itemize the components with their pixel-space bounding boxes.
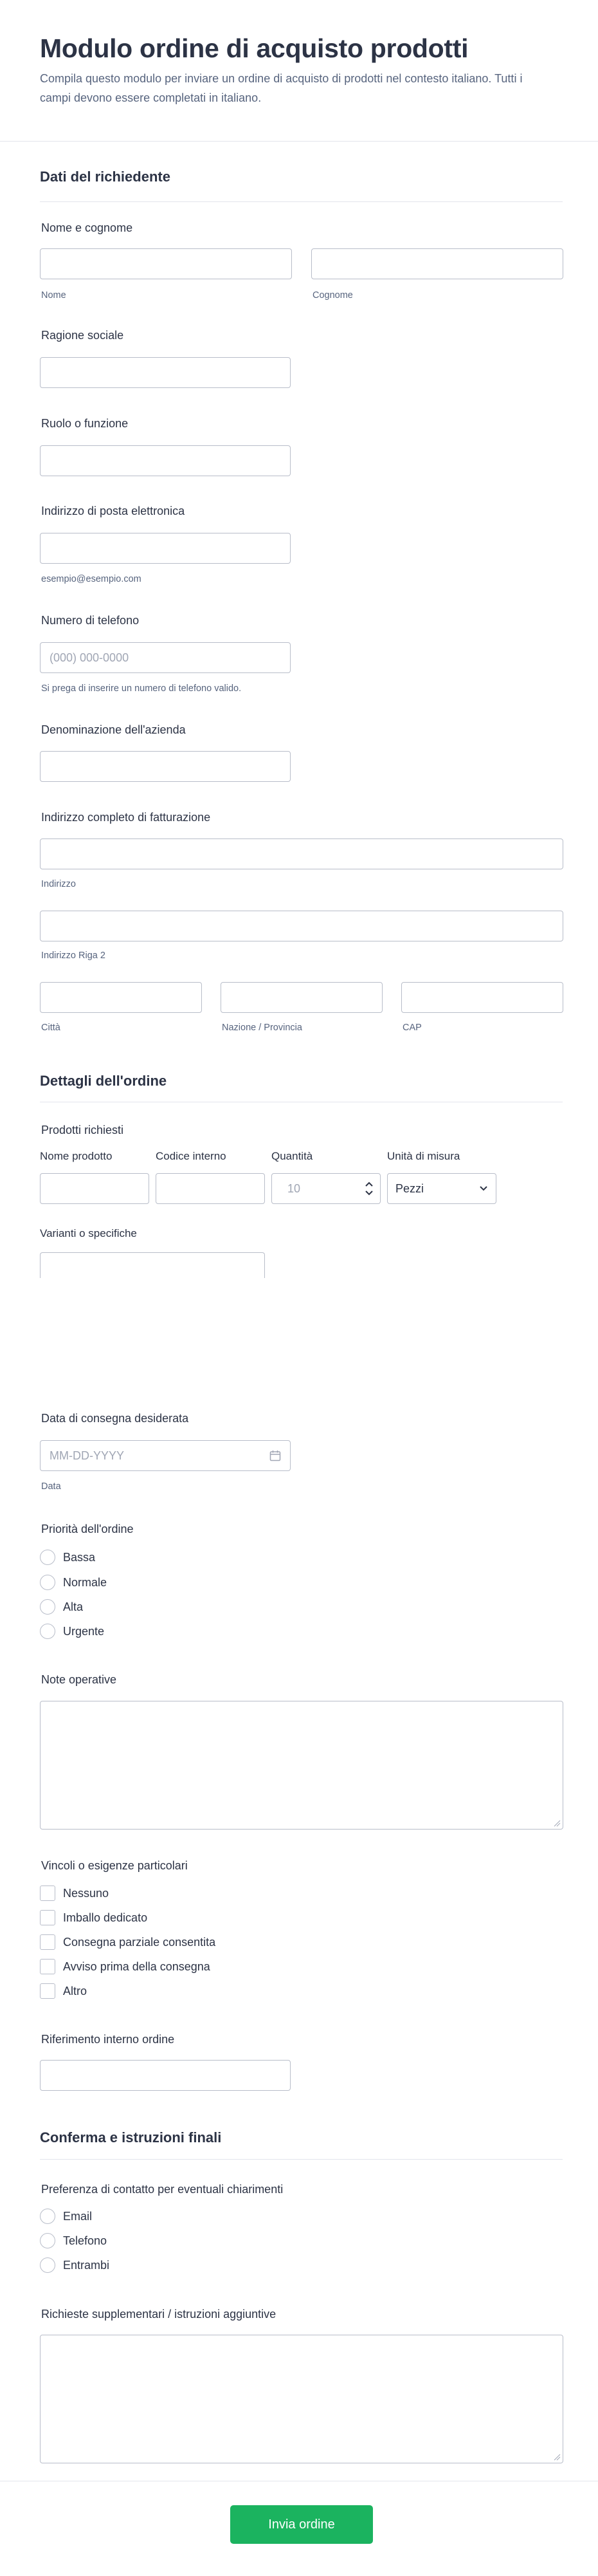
priority-radio-high[interactable] [40, 1599, 55, 1615]
address-line1-input[interactable] [40, 839, 563, 869]
last-name-sublabel: Cognome [313, 290, 353, 301]
role-input[interactable] [40, 445, 291, 476]
form-description: Compila questo modulo per inviare un ord… [40, 72, 523, 104]
phone-placeholder: (000) 000-0000 [50, 651, 129, 664]
priority-option-low: Bassa [63, 1551, 96, 1564]
purchase-order-form: Modulo ordine di acquisto prodotti Compi… [0, 0, 598, 2576]
section-divider [40, 201, 563, 202]
business-name-input[interactable] [40, 751, 291, 782]
priority-label: Priorità dell'ordine [41, 1523, 134, 1535]
email-hint: esempio@esempio.com [41, 574, 141, 584]
section-title-order: Dettagli dell'ordine [40, 1073, 167, 1089]
constraint-option-none: Nessuno [63, 1887, 109, 1900]
company-name-label: Ragione sociale [41, 329, 124, 342]
address-line2-input[interactable] [40, 911, 563, 941]
constraint-option-notice: Avviso prima della consegna [63, 1960, 210, 1973]
billing-address-label: Indirizzo completo di fatturazione [41, 811, 211, 824]
quantity-placeholder: 10 [287, 1182, 301, 1195]
unit-select[interactable]: Pezzi [387, 1173, 496, 1204]
phone-hint: Si prega di inserire un numero di telefo… [41, 683, 242, 694]
quantity-stepper[interactable]: 10 [271, 1173, 381, 1204]
section-title-requester: Dati del richiedente [40, 169, 170, 185]
contact-radio-email[interactable] [40, 2209, 55, 2224]
full-name-label: Nome e cognome [41, 221, 133, 234]
constraint-checkbox-other[interactable] [40, 1983, 55, 1999]
constraint-checkbox-notice[interactable] [40, 1959, 55, 1974]
form-header: Modulo ordine di acquisto prodotti Compi… [0, 0, 598, 142]
business-name-label: Denominazione dell'azienda [41, 723, 186, 736]
role-label: Ruolo o funzione [41, 417, 129, 430]
resize-grip-icon[interactable] [554, 2454, 561, 2461]
variants-input[interactable] [40, 1252, 265, 1278]
state-input[interactable] [221, 982, 383, 1013]
priority-option-high: Alta [63, 1600, 84, 1613]
contact-radio-phone[interactable] [40, 2233, 55, 2248]
first-name-sublabel: Nome [41, 290, 66, 301]
state-sublabel: Nazione / Provincia [222, 1023, 302, 1033]
reference-input[interactable] [40, 2060, 291, 2091]
form-title: Modulo ordine di acquisto prodotti [40, 33, 469, 63]
constraints-label: Vincoli o esigenze particolari [41, 1859, 188, 1872]
extra-requests-label: Richieste supplementari / istruzioni agg… [41, 2308, 276, 2321]
delivery-date-label: Data di consegna desiderata [41, 1412, 189, 1425]
email-input[interactable] [40, 533, 291, 564]
calendar-icon[interactable] [269, 1450, 281, 1461]
notes-textarea[interactable] [40, 1701, 563, 1830]
contact-radio-both[interactable] [40, 2257, 55, 2273]
contact-option-both: Entrambi [63, 2259, 110, 2272]
contact-pref-label: Preferenza di contatto per eventuali chi… [41, 2183, 284, 2196]
city-input[interactable] [40, 982, 202, 1013]
priority-option-normal: Normale [63, 1576, 107, 1589]
delivery-date-sublabel: Data [41, 1481, 61, 1492]
constraint-option-packaging: Imballo dedicato [63, 1911, 148, 1924]
priority-radio-low[interactable] [40, 1550, 55, 1565]
reference-label: Riferimento interno ordine [41, 2033, 175, 2046]
contact-option-email: Email [63, 2210, 93, 2223]
column-header-quantity: Quantità [271, 1150, 313, 1162]
delivery-date-placeholder: MM-DD-YYYY [50, 1449, 124, 1462]
column-header-product-name: Nome prodotto [40, 1150, 113, 1162]
priority-radio-urgent[interactable] [40, 1624, 55, 1639]
address-line2-sublabel: Indirizzo Riga 2 [41, 950, 105, 961]
resize-grip-icon[interactable] [554, 1820, 561, 1827]
contact-option-phone: Telefono [63, 2234, 107, 2247]
first-name-input[interactable] [40, 248, 292, 279]
section-title-confirm: Conferma e istruzioni finali [40, 2129, 222, 2145]
last-name-input[interactable] [311, 248, 563, 279]
city-sublabel: Città [41, 1023, 60, 1033]
constraint-checkbox-packaging[interactable] [40, 1910, 55, 1925]
priority-radio-normal[interactable] [40, 1575, 55, 1590]
unit-select-value: Pezzi [395, 1182, 424, 1195]
delivery-date-input[interactable]: MM-DD-YYYY [40, 1440, 291, 1471]
variants-label: Varianti o specifiche [40, 1227, 137, 1239]
product-name-input[interactable] [40, 1173, 149, 1204]
constraint-option-other: Altro [63, 1985, 87, 1997]
column-header-internal-code: Codice interno [156, 1150, 226, 1162]
chevron-down-icon [480, 1186, 487, 1191]
zip-input[interactable] [401, 982, 563, 1013]
constraint-option-partial: Consegna parziale consentita [63, 1936, 216, 1949]
company-name-input[interactable] [40, 357, 291, 388]
email-label: Indirizzo di posta elettronica [41, 505, 185, 517]
constraint-checkbox-none[interactable] [40, 1886, 55, 1901]
section-divider [40, 2159, 563, 2160]
column-header-unit: Unità di misura [387, 1150, 460, 1162]
address-line1-sublabel: Indirizzo [41, 879, 76, 889]
extra-requests-textarea[interactable] [40, 2335, 563, 2463]
zip-sublabel: CAP [403, 1023, 422, 1033]
phone-input[interactable]: (000) 000-0000 [40, 642, 291, 673]
submit-button[interactable]: Invia ordine [230, 2505, 373, 2544]
stepper-arrows-icon[interactable] [365, 1180, 374, 1198]
notes-label: Note operative [41, 1673, 117, 1686]
products-label: Prodotti richiesti [41, 1124, 124, 1136]
priority-option-urgent: Urgente [63, 1625, 105, 1638]
phone-label: Numero di telefono [41, 614, 140, 627]
internal-code-input[interactable] [156, 1173, 265, 1204]
constraint-checkbox-partial[interactable] [40, 1934, 55, 1950]
